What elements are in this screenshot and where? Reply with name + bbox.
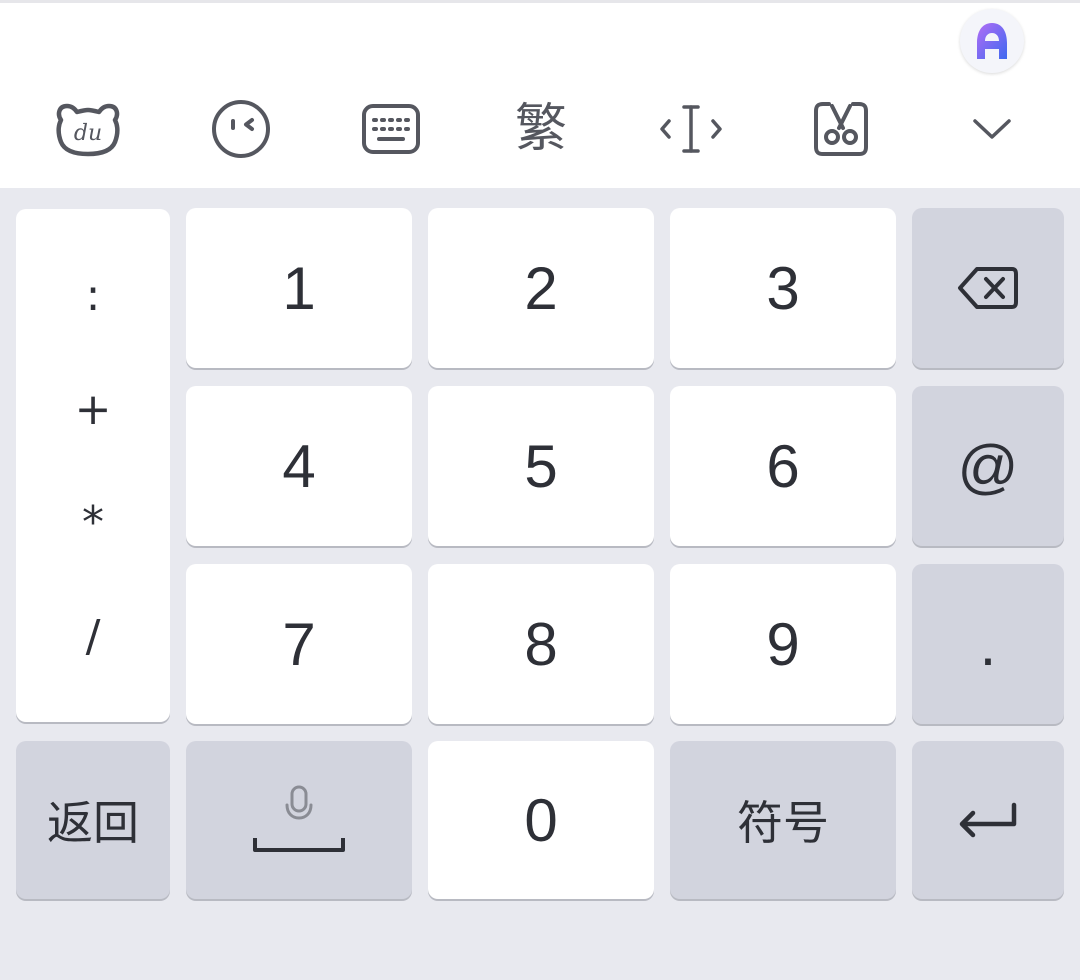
key-4[interactable]: 4 (186, 386, 412, 546)
toolbar: du 繁 (0, 84, 1080, 184)
symbol-key-asterisk[interactable]: * (82, 501, 104, 545)
collapse-keyboard-button[interactable] (937, 84, 1047, 174)
symbol-key-colon[interactable]: : (86, 273, 101, 318)
back-key[interactable]: 返回 (16, 741, 170, 899)
svg-text:du: du (74, 121, 102, 146)
emoji-icon (212, 100, 270, 158)
chevron-down-icon (973, 119, 1011, 139)
at-key[interactable]: @ (912, 386, 1064, 546)
key-1[interactable]: 1 (186, 208, 412, 368)
key-3[interactable]: 3 (670, 208, 896, 368)
cursor-move-icon (660, 105, 722, 153)
keyboard-switch-button[interactable] (336, 84, 446, 174)
top-divider (0, 0, 1080, 3)
keyboard-icon (362, 104, 420, 154)
key-2[interactable]: 2 (428, 208, 654, 368)
backspace-key[interactable] (912, 208, 1064, 368)
du-logo-icon: du (56, 103, 120, 157)
key-7[interactable]: 7 (186, 564, 412, 724)
symbol-key-plus[interactable]: + (75, 387, 112, 432)
symbols-key[interactable]: 符号 (670, 741, 896, 899)
dot-key[interactable]: . (912, 564, 1064, 724)
du-logo-button[interactable]: du (33, 84, 143, 174)
microphone-icon (285, 785, 313, 820)
backspace-icon (958, 267, 1018, 309)
symbol-column: : + * / (16, 209, 170, 722)
key-6[interactable]: 6 (670, 386, 896, 546)
traditional-chinese-label: 繁 (514, 99, 567, 159)
clipboard-scissors-icon (814, 102, 868, 156)
cursor-move-button[interactable] (636, 84, 746, 174)
assistant-button[interactable] (960, 9, 1024, 73)
key-8[interactable]: 8 (428, 564, 654, 724)
clipboard-button[interactable] (786, 84, 896, 174)
space-bar-icon (253, 838, 345, 852)
numeric-keyboard: : + * / 1 2 3 4 5 6 @ 7 8 9 . 返回 0 符号 (0, 188, 1080, 980)
key-0[interactable]: 0 (428, 741, 654, 899)
traditional-chinese-button[interactable]: 繁 (486, 84, 596, 174)
space-key[interactable] (186, 741, 412, 899)
assistant-a-icon (977, 23, 1007, 59)
emoji-button[interactable] (186, 84, 296, 174)
key-9[interactable]: 9 (670, 564, 896, 724)
enter-icon (959, 802, 1017, 838)
enter-key[interactable] (912, 741, 1064, 899)
key-5[interactable]: 5 (428, 386, 654, 546)
symbol-key-slash[interactable]: / (86, 615, 101, 659)
